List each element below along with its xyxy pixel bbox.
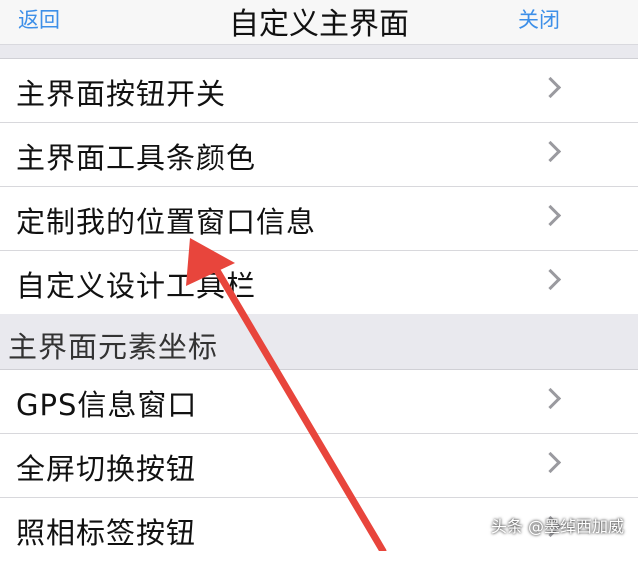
- chevron-right-icon: [539, 76, 562, 99]
- chevron-right-icon: [539, 268, 562, 291]
- back-button[interactable]: 返回: [18, 4, 60, 34]
- row-label: 照相标签按钮: [16, 516, 197, 550]
- chevron-right-icon: [539, 140, 562, 163]
- chevron-right-icon: [539, 451, 562, 474]
- row-label: 主界面按钮开关: [16, 77, 227, 111]
- row-main-button-switch[interactable]: 主界面按钮开关: [0, 59, 638, 123]
- row-toolbar-color[interactable]: 主界面工具条颜色: [0, 123, 638, 187]
- row-custom-toolbar[interactable]: 自定义设计工具栏: [0, 251, 638, 315]
- row-label: 全屏切换按钮: [16, 452, 197, 486]
- settings-group-main: 主界面按钮开关 主界面工具条颜色 定制我的位置窗口信息 自定义设计工具栏: [0, 59, 638, 315]
- row-label: 主界面工具条颜色: [16, 141, 257, 175]
- group-separator: [0, 44, 638, 59]
- row-label: 定制我的位置窗口信息: [16, 205, 317, 239]
- chevron-right-icon: [539, 204, 562, 227]
- close-button[interactable]: 关闭: [518, 4, 560, 34]
- watermark-text: 头条 @墨绰西加威: [490, 517, 624, 536]
- chevron-right-icon: [539, 387, 562, 410]
- row-label: 自定义设计工具栏: [16, 269, 257, 303]
- row-fullscreen-toggle-button[interactable]: 全屏切换按钮: [0, 434, 638, 498]
- row-my-location-window[interactable]: 定制我的位置窗口信息: [0, 187, 638, 251]
- row-label: GPS信息窗口: [16, 388, 198, 422]
- row-gps-info-window[interactable]: GPS信息窗口: [0, 370, 638, 434]
- watermark: 头条 @墨绰西加威: [491, 513, 624, 537]
- section-header-label: 主界面元素坐标: [8, 330, 219, 364]
- section-header: 主界面元素坐标: [0, 314, 638, 370]
- navigation-bar: 返回 自定义主界面 关闭: [0, 0, 638, 44]
